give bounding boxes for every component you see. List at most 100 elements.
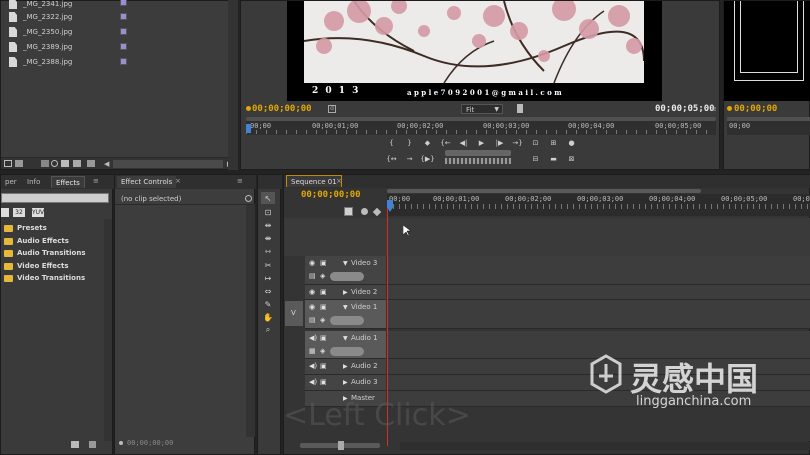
jog-shuttle[interactable] — [445, 150, 511, 156]
display-style-icon[interactable]: ▤ — [309, 316, 316, 324]
tab-effect-controls[interactable]: Effect Controls — [117, 176, 177, 188]
reference-ruler[interactable]: 00;00 — [727, 121, 810, 135]
list-view-icon[interactable] — [4, 160, 12, 167]
effects-scrollbar[interactable] — [104, 219, 112, 441]
set-in-icon[interactable]: { — [385, 137, 398, 148]
add-marker-icon[interactable]: ◆ — [421, 137, 434, 148]
safe-margins-icon[interactable]: {▶} — [420, 153, 434, 164]
loop-icon[interactable]: {↔ — [385, 153, 398, 164]
timeline-zoom-slider[interactable] — [300, 441, 380, 450]
export-frame-icon[interactable]: ● — [565, 137, 578, 148]
play-icon[interactable]: ▶ — [475, 137, 488, 148]
rolling-edit-tool-icon[interactable]: ⇼ — [261, 232, 275, 244]
new-item-icon[interactable] — [73, 160, 81, 167]
waveform-icon[interactable]: ▦ — [309, 347, 316, 355]
lift-icon[interactable]: ⊡ — [529, 137, 542, 148]
playhead-marker[interactable] — [246, 124, 251, 133]
accelerated-effects-icon[interactable] — [1, 208, 9, 217]
expand-triangle-icon[interactable]: ▼ — [343, 304, 348, 311]
new-bin-icon[interactable] — [61, 160, 69, 167]
zoom-slider-thumb[interactable] — [338, 441, 344, 450]
32-bit-effects-icon[interactable]: 32 — [13, 208, 25, 217]
eye-icon[interactable]: ◉ — [309, 259, 315, 267]
hand-tool-icon[interactable]: ✋ — [261, 311, 275, 323]
track-header-audio-2[interactable]: ◀) ▣ ▶ Audio 2 — [305, 359, 386, 375]
timeline-horizontal-scrollbar[interactable] — [400, 442, 810, 450]
panel-menu-icon[interactable]: ≡ — [237, 177, 243, 185]
go-to-in-icon[interactable]: {← — [439, 137, 452, 148]
track-header-video-1[interactable]: ◉ ▣ ▼ Video 1 ▤ ◈ — [305, 300, 386, 329]
expand-triangle-icon[interactable]: ▶ — [343, 363, 348, 370]
project-file-item[interactable]: _MG_2388.jpg — [9, 55, 72, 69]
current-timecode[interactable]: 00;00;00;00 — [252, 104, 312, 114]
scroll-left-icon[interactable]: ◀ — [104, 160, 109, 168]
lock-icon[interactable]: ▣ — [320, 334, 327, 342]
opacity-slider[interactable] — [330, 316, 364, 325]
effects-folder-presets[interactable]: Presets — [4, 222, 47, 234]
slip-tool-icon[interactable]: ↦ — [261, 272, 275, 284]
automate-icon[interactable] — [41, 160, 49, 167]
slide-tool-icon[interactable]: ⇔ — [261, 285, 275, 297]
project-file-item[interactable]: _MG_2389.jpg — [9, 40, 72, 54]
marker-icon[interactable] — [246, 106, 251, 111]
track-lane-video-1[interactable] — [387, 300, 810, 329]
close-icon[interactable]: × — [175, 177, 181, 185]
monitor-time-ruler[interactable]: 00;00 00;00;01;00 00;00;02;00 00;00;03;0… — [246, 121, 716, 135]
selection-tool-icon[interactable]: ↖ — [261, 192, 275, 204]
timeline-timecode[interactable]: 00;00;00;00 — [301, 190, 361, 200]
effects-folder-video-effects[interactable]: Video Effects — [4, 260, 69, 272]
effect-controls-scrollbar[interactable] — [246, 205, 255, 437]
step-forward-icon[interactable]: |▶ — [493, 137, 506, 148]
set-marker-icon[interactable] — [361, 208, 368, 215]
track-header-video-3[interactable]: ◉ ▣ ▼ Video 3 ▤ ◈ — [305, 256, 386, 285]
lock-icon[interactable]: ▣ — [320, 362, 327, 370]
track-select-tool-icon[interactable]: ⊡ — [261, 206, 275, 218]
speaker-icon[interactable]: ◀) — [309, 378, 317, 386]
eye-icon[interactable]: ◉ — [309, 288, 315, 296]
play-in-to-out-icon[interactable]: → — [403, 153, 416, 164]
effects-folder-audio-effects[interactable]: Audio Effects — [4, 235, 69, 247]
effect-controls-menu-icon[interactable] — [245, 195, 252, 202]
clear-icon[interactable] — [87, 160, 95, 167]
keyframe-icon[interactable]: ◈ — [320, 347, 325, 355]
monitor-scrollbar[interactable] — [228, 0, 238, 170]
panel-menu-icon[interactable]: ≡ — [711, 105, 717, 113]
lock-icon[interactable]: ▣ — [320, 378, 327, 386]
add-marker-icon[interactable] — [372, 207, 382, 217]
set-out-icon[interactable]: } — [403, 137, 416, 148]
close-icon[interactable]: × — [336, 177, 342, 185]
delete-icon[interactable] — [89, 441, 96, 448]
zoom-tool-icon[interactable]: ⌕ — [261, 324, 275, 336]
marker-icon[interactable] — [727, 106, 732, 111]
track-lane-video-2[interactable] — [387, 285, 810, 300]
pen-tool-icon[interactable]: ✎ — [261, 298, 275, 310]
tab-media-browser[interactable]: per — [1, 176, 21, 188]
timeline-zoom-bar[interactable] — [387, 189, 701, 193]
razor-tool-icon[interactable]: ✂ — [261, 259, 275, 271]
keyframe-icon[interactable]: ◈ — [320, 316, 325, 324]
lock-icon[interactable]: ▣ — [320, 288, 327, 296]
track-header-audio-1[interactable]: ◀) ▣ ▼ Audio 1 ▦ ◈ — [305, 331, 386, 359]
track-header-video-2[interactable]: ◉ ▣ ▶ Video 2 — [305, 285, 386, 300]
project-file-item[interactable]: _MG_2322.jpg — [9, 10, 72, 24]
safe-margin-icon[interactable]: d — [328, 105, 336, 113]
snap-icon[interactable] — [344, 207, 353, 216]
tab-sequence-01[interactable]: Sequence 01 — [286, 175, 342, 187]
source-track-video[interactable]: V — [284, 300, 304, 327]
new-custom-bin-icon[interactable] — [71, 441, 79, 448]
play-audio-icon[interactable] — [119, 441, 123, 445]
step-back-icon[interactable]: ◀| — [457, 137, 470, 148]
track-lane-video-3[interactable] — [387, 256, 810, 285]
yuv-effects-icon[interactable]: YUV — [32, 208, 44, 217]
speaker-icon[interactable]: ◀) — [309, 334, 317, 342]
rate-stretch-tool-icon[interactable]: ⇿ — [261, 245, 275, 257]
opacity-slider[interactable] — [330, 272, 364, 281]
multi-camera-icon[interactable]: ⊠ — [565, 153, 578, 164]
effects-search-input[interactable] — [1, 193, 109, 203]
expand-triangle-icon[interactable]: ▼ — [343, 335, 348, 342]
expand-triangle-icon[interactable]: ▼ — [343, 260, 348, 267]
timeline-ruler[interactable]: 00;00 00;00;01;00 00;00;02;00 00;00;03;0… — [387, 194, 810, 216]
horizontal-scrollbar[interactable] — [113, 160, 223, 168]
display-style-icon[interactable]: ▤ — [309, 272, 316, 280]
fit-dropdown[interactable]: Fit ▼ — [461, 104, 503, 114]
